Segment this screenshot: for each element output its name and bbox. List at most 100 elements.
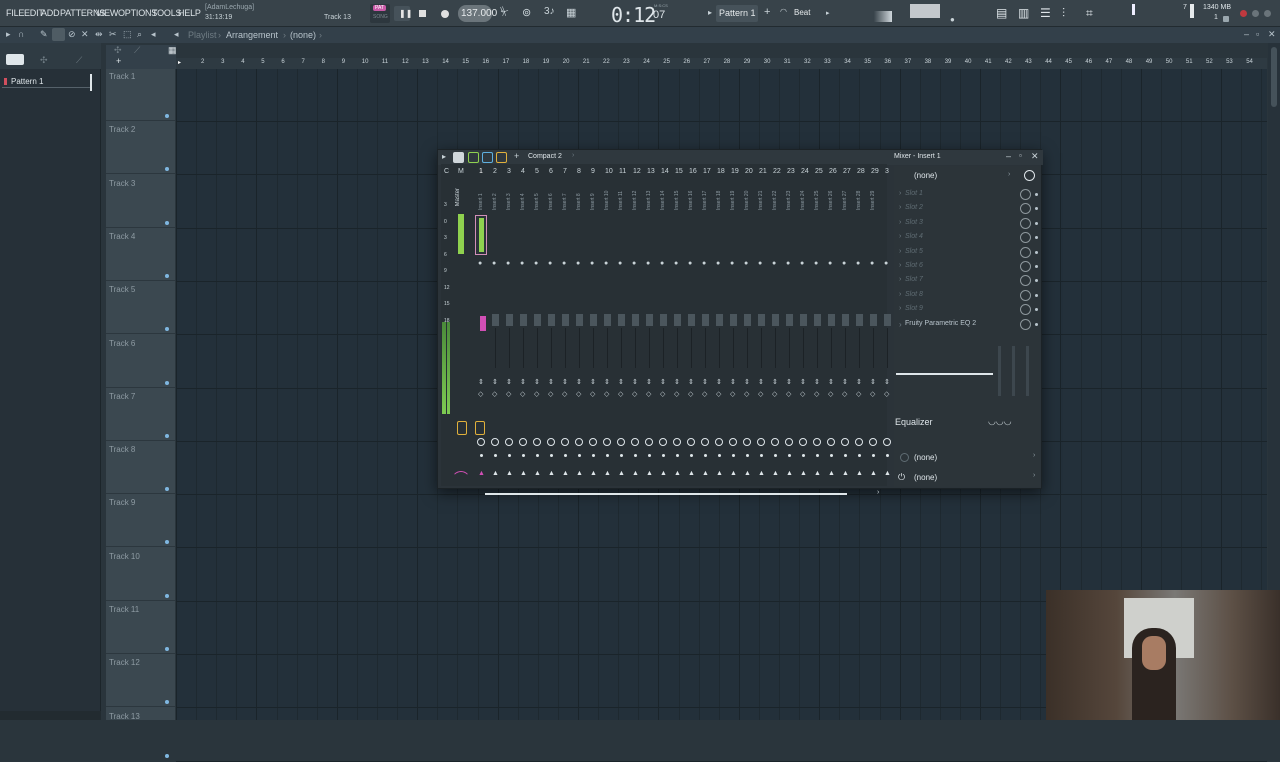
pattern-prev-icon[interactable]: ▸ <box>708 8 712 17</box>
playlist-close-icon[interactable]: ✕ <box>1268 29 1276 40</box>
insert-fader-cap[interactable] <box>828 314 835 326</box>
insert-send-knob[interactable] <box>813 438 821 446</box>
insert-route-dot[interactable] <box>732 454 735 457</box>
insert-route-arrow-icon[interactable]: ▲ <box>646 470 653 477</box>
picker-scroll-handle[interactable] <box>90 74 92 91</box>
insert-number[interactable]: 14 <box>661 168 669 175</box>
insert-mute-led-icon[interactable]: ● <box>842 260 846 267</box>
slot-enable-led[interactable] <box>1035 250 1038 254</box>
insert-swap-icon[interactable]: ⇕ <box>646 378 652 386</box>
tempo-display[interactable]: 137.000 <box>458 5 497 22</box>
arrangement-name[interactable]: Arrangement <box>226 30 278 40</box>
insert-mute-led-icon[interactable]: ● <box>492 260 496 267</box>
insert-route-dot[interactable] <box>788 454 791 457</box>
slot-arrow-icon[interactable]: › <box>899 276 901 283</box>
picker-automation-icon[interactable]: ⟋ <box>76 55 82 66</box>
track-name[interactable]: Track 11 <box>109 605 139 614</box>
insert-swap-icon[interactable]: ⇕ <box>562 378 568 386</box>
insert-route-dot[interactable] <box>508 454 511 457</box>
insert-number[interactable]: 21 <box>759 168 767 175</box>
insert-send-knob[interactable] <box>855 438 863 446</box>
slot-arrow-icon[interactable]: › <box>899 233 901 240</box>
insert-route-arrow-icon[interactable]: ▲ <box>562 470 569 477</box>
insert-fader-cap[interactable] <box>688 314 695 326</box>
insert-stereo-icon[interactable]: ◇ <box>856 390 861 398</box>
insert-route-arrow-icon[interactable]: ▲ <box>814 470 821 477</box>
mixer-layout-name[interactable]: Compact 2 <box>528 153 562 160</box>
track-name[interactable]: Track 12 <box>109 658 140 667</box>
insert-stereo-icon[interactable]: ◇ <box>730 390 735 398</box>
insert-swap-icon[interactable]: ⇕ <box>716 378 722 386</box>
slot-mix-knob[interactable] <box>1020 217 1031 229</box>
insert-swap-icon[interactable]: ⇕ <box>800 378 806 386</box>
track-name[interactable]: Track 5 <box>109 285 135 294</box>
insert-route-arrow-icon[interactable]: ▲ <box>478 470 485 477</box>
insert-fader-cap[interactable] <box>716 314 723 326</box>
insert-send-knob[interactable] <box>631 438 639 446</box>
magnet-icon[interactable]: ∩ <box>18 29 24 39</box>
effect-slot[interactable]: Slot 3 <box>905 219 923 226</box>
minimize-dot-icon[interactable] <box>1252 10 1259 17</box>
insert-swap-icon[interactable]: ⇕ <box>520 378 526 386</box>
insert-stereo-icon[interactable]: ◇ <box>506 390 511 398</box>
plugin-slot-eq[interactable]: Fruity Parametric EQ 2 <box>905 320 976 327</box>
insert-mute-led-icon[interactable]: ● <box>828 260 832 267</box>
effect-slot[interactable]: Slot 1 <box>905 190 923 197</box>
insert-number[interactable]: 10 <box>605 168 613 175</box>
insert-number[interactable]: 17 <box>703 168 711 175</box>
insert-number[interactable]: 25 <box>815 168 823 175</box>
insert-route-dot[interactable] <box>872 454 875 457</box>
insert-fader-cap[interactable] <box>786 314 793 326</box>
insert-stereo-icon[interactable]: ◇ <box>632 390 637 398</box>
snap-value[interactable]: Beat <box>794 8 810 17</box>
insert-route-arrow-icon[interactable]: ▲ <box>800 470 807 477</box>
insert-send-knob[interactable] <box>673 438 681 446</box>
insert-route-arrow-icon[interactable]: ▲ <box>744 470 751 477</box>
insert-mute-led-icon[interactable]: ● <box>884 260 888 267</box>
effect-slot[interactable]: Slot 4 <box>905 233 923 240</box>
slot-arrow-icon[interactable]: › <box>899 291 901 298</box>
insert-send-knob[interactable] <box>659 438 667 446</box>
insert-send-knob[interactable] <box>505 438 513 446</box>
insert-send-knob[interactable] <box>827 438 835 446</box>
playhead-marker-icon[interactable]: ▸ <box>178 59 181 66</box>
track-mute-led[interactable] <box>165 540 169 545</box>
draw-tool-icon[interactable]: ✎ <box>40 29 48 40</box>
insert-fader-cap[interactable] <box>604 314 611 326</box>
insert-send-knob[interactable] <box>841 438 849 446</box>
mixer-minimize-icon[interactable]: – <box>1006 151 1011 161</box>
insert-stereo-icon[interactable]: ◇ <box>674 390 679 398</box>
insert-route-dot[interactable] <box>592 454 595 457</box>
track-mute-led[interactable] <box>165 167 169 172</box>
insert-swap-icon[interactable]: ⇕ <box>786 378 792 386</box>
insert-send-knob[interactable] <box>561 438 569 446</box>
insert-swap-icon[interactable]: ⇕ <box>814 378 820 386</box>
insert-route-arrow-icon[interactable]: ▲ <box>870 470 877 477</box>
track-name[interactable]: Track 1 <box>109 72 135 81</box>
slot-mix-knob[interactable] <box>1020 261 1031 272</box>
insert-fader-cap[interactable] <box>856 314 863 326</box>
track-name[interactable]: Track 3 <box>109 179 135 188</box>
monitor-knob-icon[interactable]: ● <box>950 15 955 24</box>
insert-fader-cap[interactable] <box>534 314 541 326</box>
insert-swap-icon[interactable]: ⇕ <box>590 378 596 386</box>
mixer-add-icon[interactable]: + <box>514 151 519 161</box>
typing-keyboard-icon[interactable]: ▦ <box>566 6 576 19</box>
track-tool-icon[interactable]: ✣ <box>114 45 122 56</box>
playlist-maximize-icon[interactable]: ▫ <box>1256 29 1259 39</box>
insert-fader-cap[interactable] <box>660 314 667 326</box>
time-tool-icon[interactable]: ⟋ <box>134 45 140 56</box>
insert-send-knob[interactable] <box>869 438 877 446</box>
track-name[interactable]: Track 8 <box>109 445 135 454</box>
track-mute-led[interactable] <box>165 327 169 332</box>
slot-enable-led[interactable] <box>1035 265 1038 268</box>
insert-number[interactable]: 1 <box>479 168 483 175</box>
insert-swap-icon[interactable]: ⇕ <box>884 378 890 386</box>
maximize-dot-icon[interactable] <box>1264 10 1271 17</box>
master-route-icon[interactable]: ⌒ <box>454 468 468 488</box>
insert-stereo-icon[interactable]: ◇ <box>646 390 651 398</box>
piano-roll-icon[interactable]: ▥ <box>1018 6 1029 20</box>
insert-fader-cap[interactable] <box>506 314 513 326</box>
insert-settings-icon[interactable] <box>1024 170 1035 181</box>
insert-swap-icon[interactable]: ⇕ <box>856 378 862 386</box>
